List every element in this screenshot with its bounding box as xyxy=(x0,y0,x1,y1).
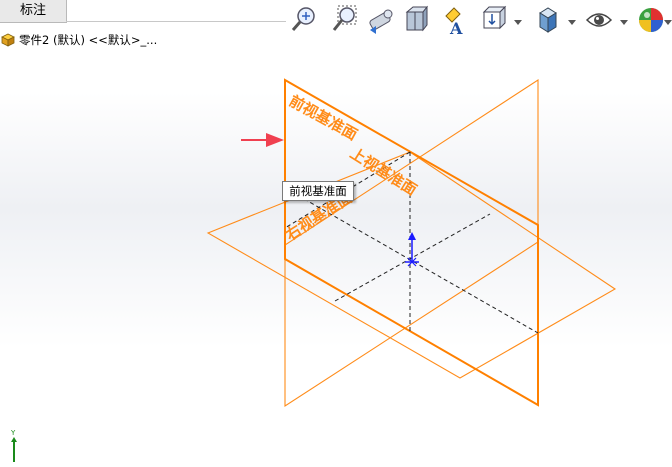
origin-icon[interactable] xyxy=(405,232,419,267)
reference-triad: Y xyxy=(6,428,22,462)
zoom-to-fit-button[interactable] xyxy=(288,4,318,36)
plane-tooltip: 前视基准面 xyxy=(282,181,354,201)
plane-canvas: 前视基准面 上视基准面 右视基准面 xyxy=(206,78,617,408)
graphics-area[interactable]: 前视基准面 上视基准面 右视基准面 xyxy=(0,0,672,463)
section-view-icon xyxy=(405,5,429,32)
triad-y-label: Y xyxy=(10,429,16,437)
tab-divider xyxy=(66,21,286,22)
edit-appearance-button[interactable] xyxy=(636,4,666,36)
view-orientation-icon xyxy=(482,5,507,30)
zoom-to-area-button[interactable] xyxy=(330,4,360,36)
edit-appearance-icon xyxy=(639,8,663,32)
view-orientation-dropdown-icon[interactable] xyxy=(514,18,522,26)
display-style-dropdown-icon[interactable] xyxy=(568,18,576,26)
previous-view-icon xyxy=(369,9,393,34)
display-style-button[interactable] xyxy=(532,4,562,36)
zoom-to-area-icon xyxy=(332,5,357,31)
hide-show-items-icon xyxy=(585,13,613,27)
flyout-tree-part[interactable]: 零件2 (默认) <<默认>_... xyxy=(0,31,157,49)
dynamic-annotation-view-button[interactable]: A xyxy=(440,4,470,38)
part-icon xyxy=(1,33,15,47)
hide-show-items-button[interactable] xyxy=(584,4,614,36)
part-name-label: 零件2 (默认) <<默认>_... xyxy=(19,33,158,47)
edit-appearance-dropdown-icon[interactable] xyxy=(664,18,672,26)
view-orientation-button[interactable] xyxy=(478,4,508,36)
pointer-arrow-icon xyxy=(241,133,284,147)
display-style-icon xyxy=(539,7,557,33)
dynamic-annotation-view-icon: A xyxy=(445,7,463,38)
zoom-to-fit-icon xyxy=(291,7,315,31)
svg-text:A: A xyxy=(449,19,463,36)
section-view-button[interactable] xyxy=(402,4,432,36)
hide-show-dropdown-icon[interactable] xyxy=(620,18,628,26)
previous-view-button[interactable] xyxy=(366,4,396,36)
tab-annotation[interactable]: 标注 xyxy=(0,0,67,23)
